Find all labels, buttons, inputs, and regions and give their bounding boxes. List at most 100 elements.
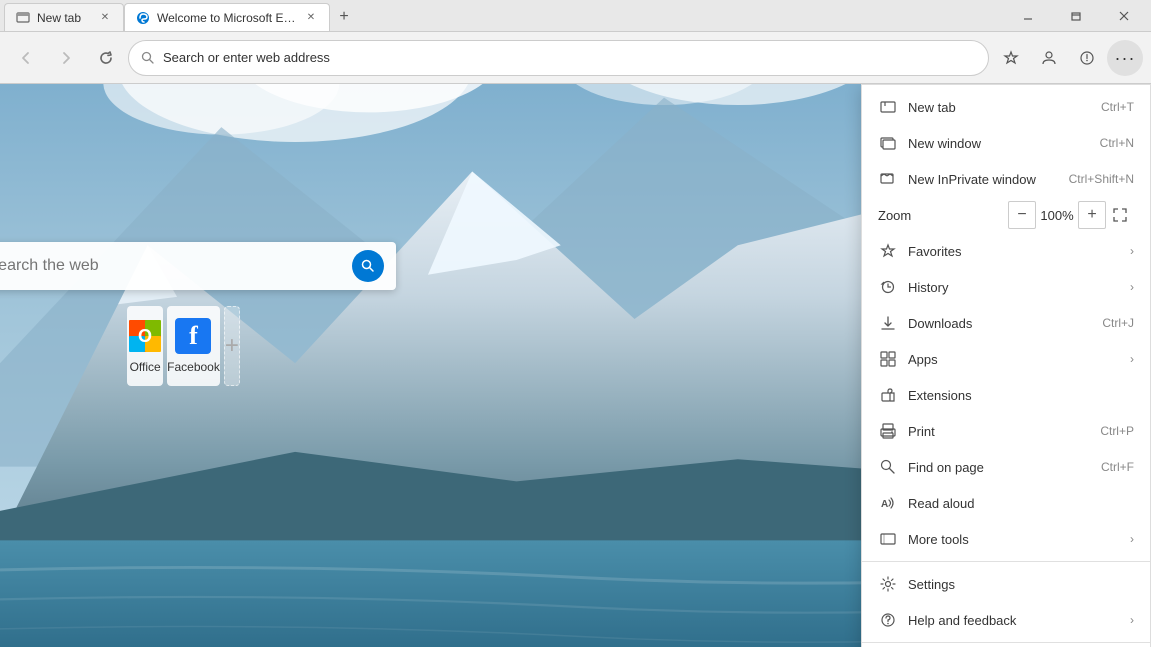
quick-links-row-2 — [180, 406, 192, 486]
feedback-button[interactable] — [1069, 40, 1105, 76]
menu-more-tools-arrow: › — [1130, 532, 1134, 546]
menu-new-tab-shortcut: Ctrl+T — [1101, 100, 1134, 114]
context-menu: New tab Ctrl+T New window Ctrl+N New InP… — [861, 84, 1151, 647]
window-controls — [1005, 0, 1147, 32]
menu-separator-1 — [862, 561, 1150, 562]
menu-find-label: Find on page — [908, 460, 1093, 475]
minimize-button[interactable] — [1005, 0, 1051, 32]
menu-history-label: History — [908, 280, 1122, 295]
back-button[interactable] — [8, 40, 44, 76]
url-input[interactable] — [163, 50, 976, 65]
menu-read-aloud-label: Read aloud — [908, 496, 1134, 511]
search-input[interactable] — [0, 257, 344, 275]
search-submit-button[interactable] — [352, 250, 384, 282]
menu-new-tab-label: New tab — [908, 100, 1093, 115]
more-tools-icon — [878, 529, 898, 549]
forward-button[interactable] — [48, 40, 84, 76]
menu-print[interactable]: Print Ctrl+P — [862, 413, 1150, 449]
address-search-icon — [141, 51, 155, 65]
zoom-label: Zoom — [878, 208, 1008, 223]
tab-edge-close[interactable]: ✕ — [303, 10, 319, 26]
menu-find-shortcut: Ctrl+F — [1101, 460, 1134, 474]
downloads-icon — [878, 313, 898, 333]
history-icon — [878, 277, 898, 297]
print-icon — [878, 421, 898, 441]
menu-help-feedback-arrow: › — [1130, 613, 1134, 627]
new-tab-content: O Office f Facebook + — [0, 84, 371, 647]
menu-help-feedback-label: Help and feedback — [908, 613, 1122, 628]
menu-apps[interactable]: Apps › — [862, 341, 1150, 377]
menu-print-label: Print — [908, 424, 1092, 439]
menu-more-tools[interactable]: More tools › — [862, 521, 1150, 557]
quick-link-add[interactable]: + — [224, 306, 240, 386]
menu-settings[interactable]: Settings — [862, 566, 1150, 602]
help-icon — [878, 610, 898, 630]
tabs-area: New tab ✕ Welcome to Microsoft Edge Can.… — [4, 0, 1005, 31]
navigation-bar: ··· — [0, 32, 1151, 84]
menu-new-window[interactable]: New window Ctrl+N — [862, 125, 1150, 161]
quick-links-row-1: O Office f Facebook + — [127, 306, 244, 386]
menu-downloads[interactable]: Downloads Ctrl+J — [862, 305, 1150, 341]
menu-favorites-arrow: › — [1130, 244, 1134, 258]
profile-button[interactable] — [1031, 40, 1067, 76]
maximize-button[interactable] — [1053, 0, 1099, 32]
menu-settings-label: Settings — [908, 577, 1134, 592]
search-submit-icon — [361, 259, 375, 273]
tab-new-tab-close[interactable]: ✕ — [97, 10, 113, 26]
svg-text:O: O — [138, 326, 152, 346]
quick-link-office[interactable]: O Office — [127, 306, 163, 386]
zoom-minus-button[interactable]: − — [1008, 201, 1036, 229]
add-icon: + — [225, 332, 239, 360]
address-bar[interactable] — [128, 40, 989, 76]
inprivate-icon — [878, 169, 898, 189]
favorites-button[interactable] — [993, 40, 1029, 76]
nav-actions: ··· — [993, 40, 1143, 76]
menu-separator-2 — [862, 642, 1150, 643]
tab-new-tab-label: New tab — [37, 11, 81, 25]
svg-text:A: A — [881, 499, 888, 510]
favorites-icon — [878, 241, 898, 261]
new-tab-icon — [878, 97, 898, 117]
read-aloud-icon: A — [878, 493, 898, 513]
title-bar: New tab ✕ Welcome to Microsoft Edge Can.… — [0, 0, 1151, 32]
search-container: O Office f Facebook + — [0, 242, 396, 490]
refresh-button[interactable] — [88, 40, 124, 76]
menu-favorites-label: Favorites — [908, 244, 1122, 259]
menu-history[interactable]: History › — [862, 269, 1150, 305]
more-button[interactable]: ··· — [1107, 40, 1143, 76]
menu-extensions[interactable]: Extensions — [862, 377, 1150, 413]
menu-new-tab[interactable]: New tab Ctrl+T — [862, 89, 1150, 125]
new-tab-button[interactable]: + — [330, 3, 358, 31]
menu-more-tools-label: More tools — [908, 532, 1122, 547]
extensions-icon — [878, 385, 898, 405]
find-on-page-icon — [878, 457, 898, 477]
facebook-tile-label: Facebook — [167, 360, 220, 374]
tab-browser-icon — [15, 10, 31, 26]
menu-inprivate-label: New InPrivate window — [908, 172, 1061, 187]
menu-favorites[interactable]: Favorites › — [862, 233, 1150, 269]
tab-new-tab[interactable]: New tab ✕ — [4, 3, 124, 31]
menu-inprivate-shortcut: Ctrl+Shift+N — [1069, 172, 1134, 186]
menu-downloads-shortcut: Ctrl+J — [1102, 316, 1134, 330]
menu-extensions-label: Extensions — [908, 388, 1134, 403]
menu-apps-label: Apps — [908, 352, 1122, 367]
zoom-fullscreen-button[interactable] — [1106, 201, 1134, 229]
office-tile-label: Office — [130, 360, 161, 374]
apps-icon — [878, 349, 898, 369]
close-button[interactable] — [1101, 0, 1147, 32]
settings-icon — [878, 574, 898, 594]
menu-downloads-label: Downloads — [908, 316, 1094, 331]
menu-help-feedback[interactable]: Help and feedback › — [862, 602, 1150, 638]
quick-link-facebook[interactable]: f Facebook — [167, 306, 220, 386]
menu-inprivate[interactable]: New InPrivate window Ctrl+Shift+N — [862, 161, 1150, 197]
menu-apps-arrow: › — [1130, 352, 1134, 366]
search-box[interactable] — [0, 242, 396, 290]
new-window-icon — [878, 133, 898, 153]
menu-find-on-page[interactable]: Find on page Ctrl+F — [862, 449, 1150, 485]
zoom-control: Zoom − 100% + — [862, 197, 1150, 233]
menu-history-arrow: › — [1130, 280, 1134, 294]
zoom-value: 100% — [1036, 208, 1078, 223]
zoom-plus-button[interactable]: + — [1078, 201, 1106, 229]
tab-edge-welcome[interactable]: Welcome to Microsoft Edge Can... ✕ — [124, 3, 330, 31]
menu-read-aloud[interactable]: A Read aloud — [862, 485, 1150, 521]
